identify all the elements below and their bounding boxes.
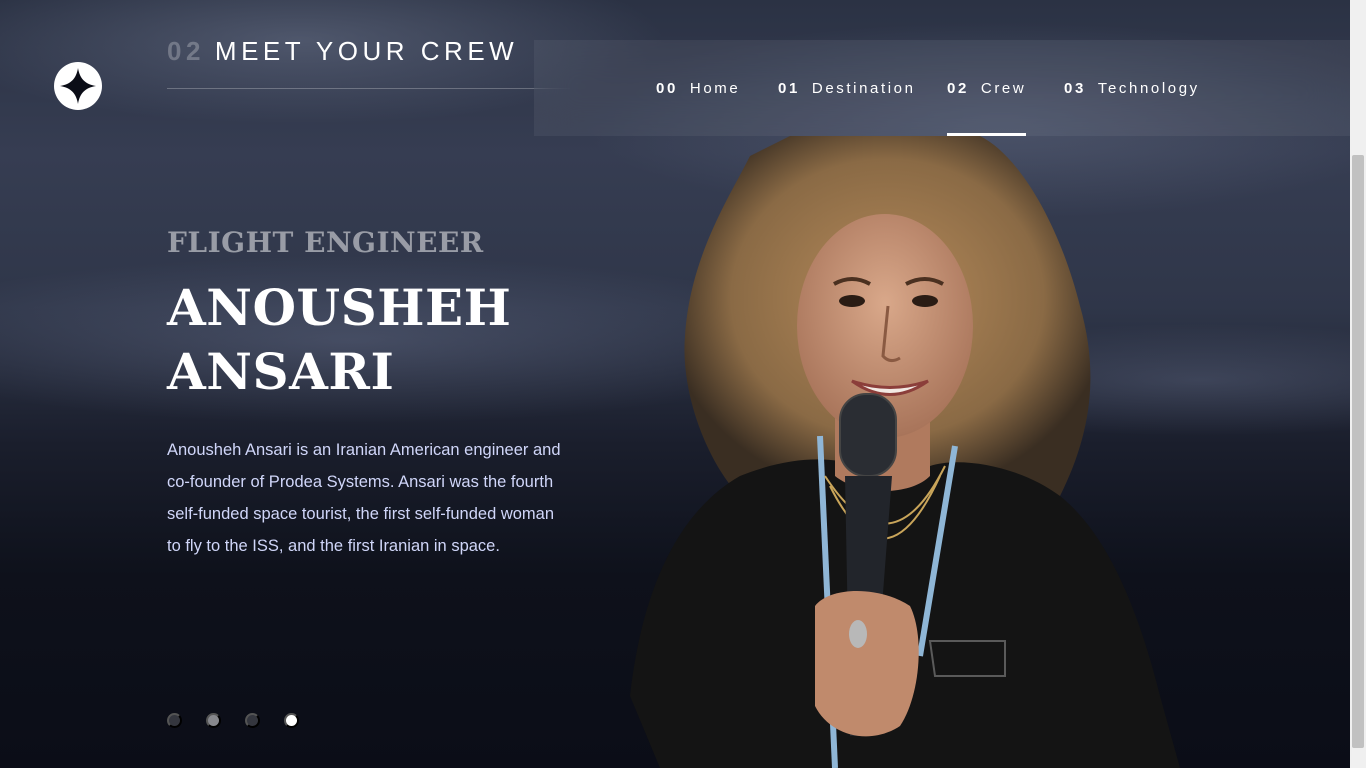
nav-number: 03 bbox=[1064, 79, 1086, 97]
nav-number: 01 bbox=[778, 79, 800, 97]
slider-dots bbox=[167, 713, 299, 728]
page-title-text: MEET YOUR CREW bbox=[214, 36, 519, 66]
primary-nav: 00 Home 01 Destination 02 Crew 03 Technology bbox=[534, 40, 1350, 136]
crew-bio: Anousheh Ansari is an Iranian American e… bbox=[167, 441, 561, 555]
scrollbar-thumb[interactable] bbox=[1352, 155, 1364, 748]
crew-role: FLIGHT ENGINEER bbox=[167, 226, 484, 259]
nav-item-crew[interactable]: 02 Crew bbox=[947, 40, 1027, 136]
crew-name-line2: ANSARI bbox=[167, 342, 395, 401]
page-title: 02 MEET YOUR CREW bbox=[167, 36, 518, 67]
nav-item-technology[interactable]: 03 Technology bbox=[1064, 40, 1200, 136]
nav-label: Crew bbox=[980, 79, 1027, 97]
nav-item-home[interactable]: 00 Home bbox=[656, 40, 740, 136]
logo[interactable] bbox=[54, 62, 102, 110]
page-number: 02 bbox=[167, 36, 205, 66]
nav-label: Home bbox=[689, 79, 741, 97]
nav-label: Destination bbox=[811, 79, 916, 97]
slider-dot-2[interactable] bbox=[206, 713, 221, 728]
crew-name-line1: ANOUSHEH bbox=[167, 278, 512, 337]
crew-portrait bbox=[630, 136, 1180, 768]
slider-dot-1[interactable] bbox=[167, 713, 182, 728]
divider-line bbox=[167, 88, 570, 89]
nav-item-destination[interactable]: 01 Destination bbox=[778, 40, 916, 136]
slider-dot-3[interactable] bbox=[245, 713, 260, 728]
nav-number: 00 bbox=[656, 79, 678, 97]
four-point-star-icon bbox=[60, 68, 96, 104]
crew-name: ANOUSHEH ANSARI bbox=[167, 276, 511, 404]
nav-number: 02 bbox=[947, 79, 969, 97]
nav-label: Technology bbox=[1097, 79, 1200, 97]
slider-dot-4[interactable] bbox=[284, 713, 299, 728]
